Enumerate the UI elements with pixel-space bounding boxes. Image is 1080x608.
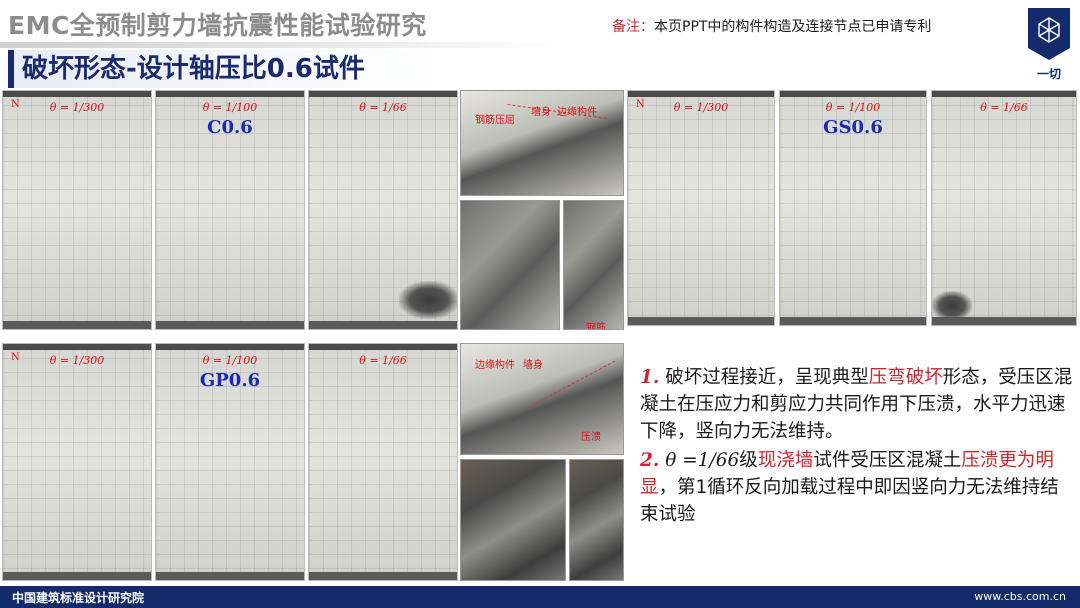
drift-label: θ = 1/100 xyxy=(202,101,258,114)
footer-bar: 中国建筑标准设计研究院 www.cbs.com.cn xyxy=(0,586,1080,608)
section-subtitle: 破坏形态-设计轴压比0.6试件 xyxy=(8,50,438,88)
detail-label: 边缘构件 xyxy=(475,360,515,371)
conclusion-item-2: 2. θ =1/66级现浇墙试件受压区混凝土压溃更为明显，第1循环反向加载过程中… xyxy=(640,450,1059,525)
detail-label: 边缘构件 xyxy=(557,107,597,118)
drift-label: θ = 1/300 xyxy=(673,101,729,114)
detail-label: 墙身 xyxy=(523,360,543,371)
detail-label: 墙身 xyxy=(531,107,551,118)
detail-photo-c-left xyxy=(460,200,560,330)
drift-label: θ = 1/66 xyxy=(359,101,407,114)
wall-photo-gp-2: θ = 1/100 GP0.6 xyxy=(155,343,305,581)
detail-photo-gp-left xyxy=(460,459,566,581)
wall-photo-c-2: θ = 1/100 C0.6 xyxy=(155,90,305,330)
wall-photo-gs-1: N θ = 1/300 xyxy=(627,90,775,326)
wall-photo-c-3: θ = 1/66 xyxy=(308,90,458,330)
conclusion-text: 1. 破坏过程接近，呈现典型压弯破坏形态，受压区混凝土在压应力和剪应力共同作用下… xyxy=(640,364,1076,530)
patent-note: 备注：本页PPT中的构件构造及连接节点已申请专利 xyxy=(612,16,931,36)
wall-photo-gp-1: N θ = 1/300 xyxy=(2,343,152,581)
conclusion-item-1: 1. 破坏过程接近，呈现典型压弯破坏形态，受压区混凝土在压应力和剪应力共同作用下… xyxy=(640,367,1073,442)
wall-photo-gp-3: θ = 1/66 xyxy=(308,343,458,581)
note-text: 本页PPT中的构件构造及连接节点已申请专利 xyxy=(654,19,932,35)
n-marker: N xyxy=(11,352,20,363)
wall-photo-c-1: N θ = 1/300 xyxy=(2,90,152,330)
drift-label: θ = 1/300 xyxy=(49,354,105,367)
drift-label: θ = 1/66 xyxy=(980,101,1028,114)
detail-photo-c-right: 钢筋 xyxy=(563,200,624,330)
drift-label: θ = 1/66 xyxy=(359,354,407,367)
wall-photo-gs-3: θ = 1/66 xyxy=(931,90,1077,326)
footer-url[interactable]: www.cbs.com.cn xyxy=(974,590,1066,603)
detail-label: 钢筋压屈 xyxy=(475,115,515,126)
specimen-label: C0.6 xyxy=(207,117,253,138)
specimen-label: GS0.6 xyxy=(823,117,883,138)
wall-photo-gs-2: θ = 1/100 GS0.6 xyxy=(779,90,927,326)
detail-photo-gp-top: 边缘构件 墙身 压溃 xyxy=(460,343,624,455)
footer-org: 中国建筑标准设计研究院 xyxy=(12,591,145,605)
drift-label: θ = 1/100 xyxy=(825,101,881,114)
specimen-label: GP0.6 xyxy=(199,370,261,391)
detail-label: 压溃 xyxy=(581,432,601,443)
logo-text: 一切 xyxy=(1037,67,1061,81)
drift-label: θ = 1/100 xyxy=(202,354,258,367)
title-underline xyxy=(0,42,560,48)
n-marker: N xyxy=(11,99,20,110)
drift-label: θ = 1/300 xyxy=(49,101,105,114)
n-marker: N xyxy=(636,99,645,110)
page-title: EMC全预制剪力墙抗震性能试验研究 xyxy=(8,11,427,40)
detail-photo-gp-right xyxy=(569,459,624,581)
detail-label: 钢筋 xyxy=(586,323,606,330)
crush-zone xyxy=(399,281,457,319)
crush-zone xyxy=(932,291,972,321)
detail-photo-c-top: 钢筋压屈 墙身 边缘构件 xyxy=(460,90,624,196)
company-logo: 一切 xyxy=(1026,8,1072,96)
note-label: 备注： xyxy=(612,19,654,35)
